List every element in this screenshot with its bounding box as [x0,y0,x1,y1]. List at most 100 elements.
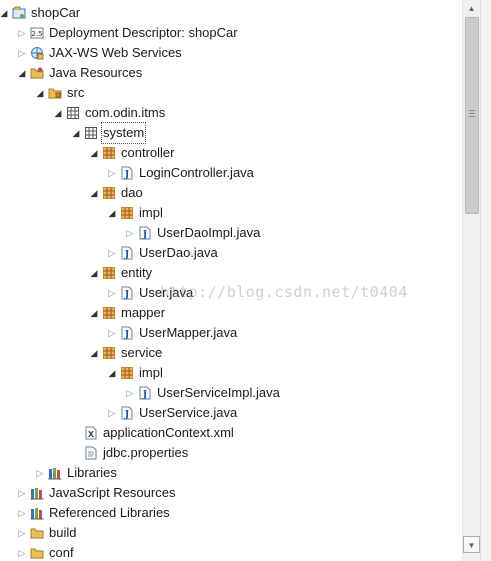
tree-item[interactable]: ▷ J UserServiceImpl.java [0,383,462,403]
svg-text:J: J [124,410,129,420]
collapse-arrow-icon[interactable]: ◢ [52,103,64,123]
expand-arrow-icon[interactable]: ▷ [16,23,28,43]
tree-item[interactable]: ▷ J User.java [0,283,462,303]
tree-item[interactable]: ◢ mapper [0,303,462,323]
tree-item[interactable]: jdbc.properties [0,443,462,463]
expand-arrow-icon[interactable]: ▷ [16,503,28,523]
svg-text:2.5: 2.5 [31,30,42,38]
tree-item[interactable]: ◢ impl [0,363,462,383]
tree-item-label: UserServiceImpl.java [157,385,280,400]
package-icon [120,366,134,380]
tree-item-label: dao [121,185,143,200]
tree-item-label: service [121,345,163,360]
tree-item-label: mapper [121,305,166,320]
java-file-icon: J [120,246,134,260]
tree-item-label: UserService.java [139,405,238,420]
expand-arrow-icon[interactable]: ▷ [34,463,46,483]
expand-arrow-icon[interactable]: ▷ [106,163,118,183]
svg-text:J: J [124,330,129,340]
tree-item[interactable]: ◢ com.odin.itms [0,103,462,123]
tree-item[interactable]: ◢ src [0,83,462,103]
tree-item[interactable]: ▷ J LoginController.java [0,163,462,183]
tree-item-label: build [49,525,77,540]
tree-item-label: shopCar [31,5,81,20]
package-icon [102,266,116,280]
xml-file-icon: X [84,426,98,440]
webservice-icon [30,46,44,60]
expand-arrow-icon[interactable]: ▷ [16,43,28,63]
svg-text:J: J [124,290,129,300]
collapse-arrow-icon[interactable]: ◢ [0,3,10,23]
tree-item-label: Deployment Descriptor: shopCar [49,25,238,40]
collapse-arrow-icon[interactable]: ◢ [70,123,82,143]
svg-text:J: J [124,250,129,260]
tree-item-label: impl [139,365,163,380]
tree-item-label: JAX-WS Web Services [49,45,182,60]
tree-item[interactable]: ▷ 2.5 Deployment Descriptor: shopCar [0,23,462,43]
package-icon [102,346,116,360]
collapse-arrow-icon[interactable]: ◢ [88,303,100,323]
tree-item-label: Referenced Libraries [49,505,170,520]
window-edge [480,0,491,561]
tree-item[interactable]: ▷ J UserMapper.java [0,323,462,343]
expand-arrow-icon[interactable]: ▷ [16,523,28,543]
text-file-icon [84,446,98,460]
tree-item[interactable]: ▷ Libraries [0,463,462,483]
tree-item[interactable]: XapplicationContext.xml [0,423,462,443]
scroll-down-button[interactable]: ▼ [463,536,480,553]
tree-item[interactable]: ▷ conf [0,543,462,561]
tree-item-label: impl [139,205,163,220]
tree-item-label: conf [49,545,74,560]
tree-item[interactable]: ▷ JAX-WS Web Services [0,43,462,63]
scrollbar-thumb[interactable] [465,17,479,214]
java-file-icon: J [120,286,134,300]
tree-item[interactable]: ◢ impl [0,203,462,223]
tree-item-label: LoginController.java [139,165,254,180]
expand-arrow-icon[interactable]: ▷ [124,383,136,403]
package-icon [102,186,116,200]
tree-item[interactable]: ◢ controller [0,143,462,163]
expand-arrow-icon[interactable]: ▷ [106,283,118,303]
tree-item-label: Libraries [67,465,117,480]
folder-icon [30,546,44,560]
collapse-arrow-icon[interactable]: ◢ [34,83,46,103]
tree-item[interactable]: ▷ Referenced Libraries [0,503,462,523]
tree-item-label: src [67,85,85,100]
tree-item[interactable]: ▷ JavaScript Resources [0,483,462,503]
expand-arrow-icon[interactable]: ▷ [16,483,28,503]
tree-item-label: entity [121,265,153,280]
tree-item[interactable]: ◢ system [0,122,462,144]
project-icon [12,6,26,20]
collapse-arrow-icon[interactable]: ◢ [16,63,28,83]
svg-text:X: X [88,430,95,439]
collapse-arrow-icon[interactable]: ◢ [88,343,100,363]
tree-item[interactable]: ▷ J UserService.java [0,403,462,423]
svg-text:J: J [142,390,147,400]
tree-item[interactable]: ▷ build [0,523,462,543]
tree-item[interactable]: ◢ service [0,343,462,363]
collapse-arrow-icon[interactable]: ◢ [106,363,118,383]
expand-arrow-icon[interactable]: ▷ [106,243,118,263]
scroll-up-button[interactable]: ▲ [463,0,480,17]
tree-item-label: com.odin.itms [85,105,166,120]
tree-item[interactable]: ▷ J UserDaoImpl.java [0,223,462,243]
expand-arrow-icon[interactable]: ▷ [124,223,136,243]
package-icon [102,306,116,320]
tree-item-label: User.java [139,285,194,300]
collapse-arrow-icon[interactable]: ◢ [88,183,100,203]
expand-arrow-icon[interactable]: ▷ [106,323,118,343]
expand-arrow-icon[interactable]: ▷ [106,403,118,423]
package-icon [102,146,116,160]
tree-item[interactable]: ▷ J UserDao.java [0,243,462,263]
collapse-arrow-icon[interactable]: ◢ [88,143,100,163]
tree-item[interactable]: ◢ Java Resources [0,63,462,83]
tree-item[interactable]: ◢ entity [0,263,462,283]
svg-text:J: J [142,230,147,240]
expand-arrow-icon[interactable]: ▷ [16,543,28,561]
tree-item-label: jdbc.properties [103,445,189,460]
collapse-arrow-icon[interactable]: ◢ [88,263,100,283]
vertical-scrollbar[interactable]: ▲ ▼ [462,0,480,561]
collapse-arrow-icon[interactable]: ◢ [106,203,118,223]
tree-item[interactable]: ◢ dao [0,183,462,203]
tree-item[interactable]: ◢ shopCar [0,3,462,23]
